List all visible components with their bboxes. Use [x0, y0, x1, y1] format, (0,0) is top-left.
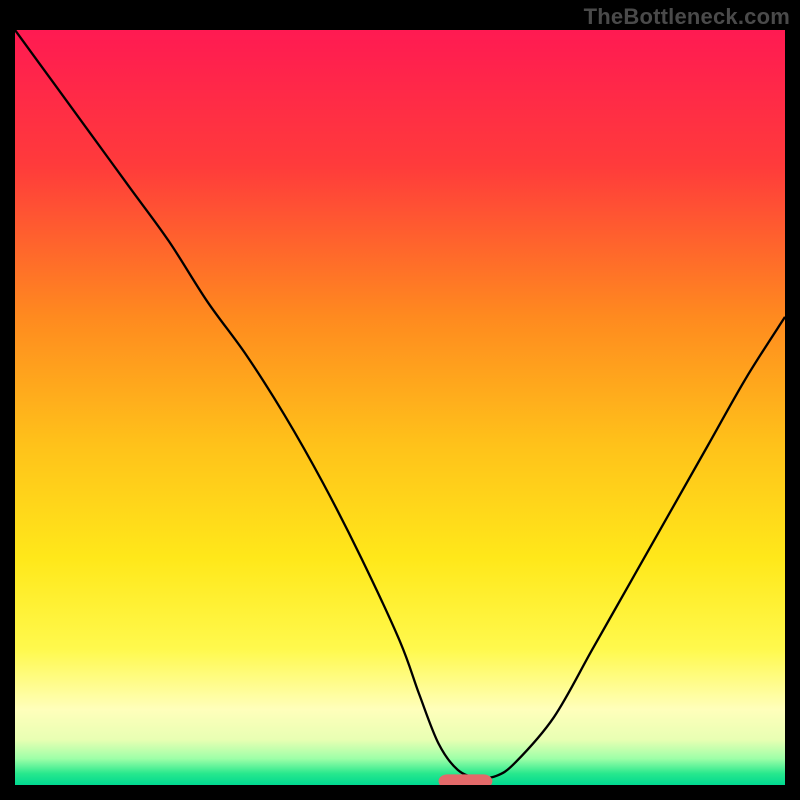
- chart-frame: TheBottleneck.com: [0, 0, 800, 800]
- optimal-marker: [439, 774, 493, 785]
- plot-area: [15, 30, 785, 785]
- watermark-text: TheBottleneck.com: [584, 4, 790, 30]
- gradient-background: [15, 30, 785, 785]
- bottleneck-chart: [15, 30, 785, 785]
